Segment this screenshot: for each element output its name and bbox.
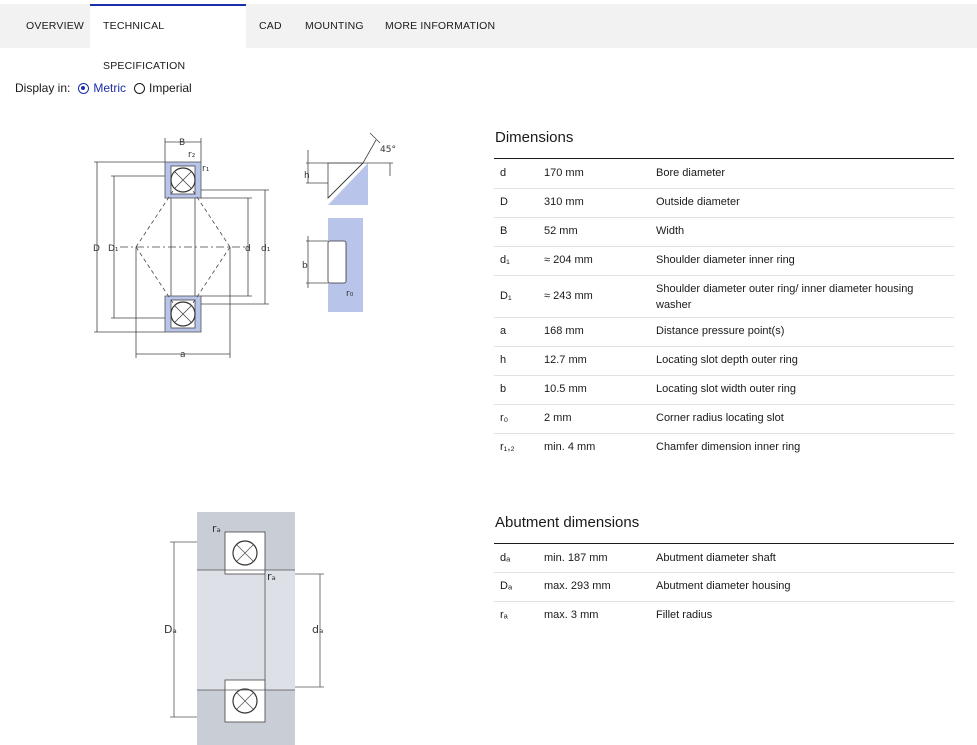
row-value: ≈ 243 mm <box>544 290 593 302</box>
row-description: Shoulder diameter outer ring/ inner diam… <box>656 283 914 311</box>
table-row: b 10.5 mm Locating slot width outer ring <box>494 376 954 405</box>
tab-mounting[interactable]: MOUNTING <box>305 4 364 48</box>
row-symbol: r₁,₂ <box>500 441 515 453</box>
row-value: 170 mm <box>544 167 584 179</box>
metric-label[interactable]: Metric <box>93 81 126 95</box>
imperial-label[interactable]: Imperial <box>149 81 192 95</box>
label-angle: 45° <box>380 145 396 155</box>
row-value: 310 mm <box>544 196 584 208</box>
row-description: Chamfer dimension inner ring <box>656 441 801 453</box>
row-value: max. 293 mm <box>544 580 611 592</box>
imperial-radio[interactable] <box>134 82 146 94</box>
tab-cad[interactable]: CAD <box>259 4 282 48</box>
table-row: dₐ min. 187 mm Abutment diameter shaft <box>494 544 954 573</box>
metric-radio[interactable] <box>78 82 90 94</box>
display-in-label: Display in: <box>15 81 71 95</box>
label-d: d <box>245 244 251 254</box>
row-symbol: dₐ <box>500 552 511 564</box>
row-value: min. 4 mm <box>544 441 596 453</box>
row-description: Shoulder diameter inner ring <box>656 254 795 266</box>
label-D: D <box>93 244 100 254</box>
label-ra-top: rₐ <box>212 522 221 535</box>
row-symbol: d₁ <box>500 254 510 266</box>
locating-slot-drawing: h b r₀ 45° <box>302 132 396 312</box>
row-description: Distance pressure point(s) <box>656 325 785 337</box>
label-B: B <box>179 138 185 148</box>
table-row: r₁,₂ min. 4 mm Chamfer dimension inner r… <box>494 434 954 463</box>
row-symbol: d <box>500 167 507 179</box>
row-symbol: D <box>500 196 508 208</box>
label-d1: d₁ <box>261 244 271 254</box>
row-symbol: r₀ <box>500 412 509 424</box>
row-description: Locating slot width outer ring <box>656 383 797 395</box>
row-value: 168 mm <box>544 325 584 337</box>
row-symbol: b <box>500 383 507 395</box>
label-a: a <box>180 350 186 360</box>
row-description: Fillet radius <box>656 609 713 621</box>
row-description: Corner radius locating slot <box>656 412 784 424</box>
label-D1: D₁ <box>108 244 119 254</box>
tab-technical-specification[interactable]: TECHNICAL SPECIFICATION <box>90 4 246 72</box>
row-symbol: rₐ <box>500 609 508 621</box>
row-description: Abutment diameter housing <box>656 580 791 592</box>
abutment-dimensions-title: Abutment dimensions <box>495 514 640 531</box>
dimensions-table: d 170 mm Bore diameter D 310 mm Outside … <box>494 158 954 463</box>
row-symbol: B <box>500 225 508 237</box>
label-ra-side: rₐ <box>267 570 276 583</box>
label-r1: r₁ <box>202 164 210 174</box>
label-r2: r₂ <box>188 150 196 160</box>
dimensions-title: Dimensions <box>495 129 574 146</box>
row-description: Bore diameter <box>656 167 726 179</box>
row-value: 2 mm <box>544 412 572 424</box>
abutment-drawing: rₐ rₐ Dₐ dₐ <box>164 512 324 745</box>
tab-bar: OVERVIEW TECHNICAL SPECIFICATION CAD MOU… <box>0 4 977 72</box>
row-value: 52 mm <box>544 225 578 237</box>
row-value: ≈ 204 mm <box>544 254 593 266</box>
label-Da: Dₐ <box>164 623 177 636</box>
row-symbol: D₁ <box>500 290 512 302</box>
tab-more-information[interactable]: MORE INFORMATION <box>385 4 495 48</box>
row-description: Outside diameter <box>656 196 740 208</box>
row-value: max. 3 mm <box>544 609 599 621</box>
abutment-table: dₐ min. 187 mm Abutment diameter shaft D… <box>494 543 954 631</box>
table-row: a 168 mm Distance pressure point(s) <box>494 318 954 347</box>
label-r0: r₀ <box>346 289 354 299</box>
row-description: Width <box>656 225 685 237</box>
label-h: h <box>304 171 310 181</box>
row-value: 10.5 mm <box>544 383 587 395</box>
row-value: 12.7 mm <box>544 354 587 366</box>
table-row: d 170 mm Bore diameter <box>494 159 954 189</box>
row-value: min. 187 mm <box>544 552 608 564</box>
tab-overview[interactable]: OVERVIEW <box>26 4 84 48</box>
table-row: h 12.7 mm Locating slot depth outer ring <box>494 347 954 376</box>
table-row: Dₐ max. 293 mm Abutment diameter housing <box>494 573 954 602</box>
bearing-dimension-drawing: B r₂ r₁ D D₁ d d₁ a <box>93 138 271 360</box>
row-symbol: a <box>500 325 507 337</box>
table-row: B 52 mm Width <box>494 218 954 247</box>
table-row: D 310 mm Outside diameter <box>494 189 954 218</box>
table-row: D₁ ≈ 243 mm Shoulder diameter outer ring… <box>494 276 954 318</box>
table-row: r₀ 2 mm Corner radius locating slot <box>494 405 954 434</box>
label-b: b <box>302 261 308 271</box>
unit-selector: Display in: Metric Imperial <box>15 80 192 96</box>
row-description: Locating slot depth outer ring <box>656 354 798 366</box>
row-symbol: h <box>500 354 507 366</box>
row-description: Abutment diameter shaft <box>656 552 776 564</box>
table-row: rₐ max. 3 mm Fillet radius <box>494 602 954 631</box>
row-symbol: Dₐ <box>500 580 513 592</box>
label-da: dₐ <box>312 623 323 636</box>
table-row: d₁ ≈ 204 mm Shoulder diameter inner ring <box>494 247 954 276</box>
